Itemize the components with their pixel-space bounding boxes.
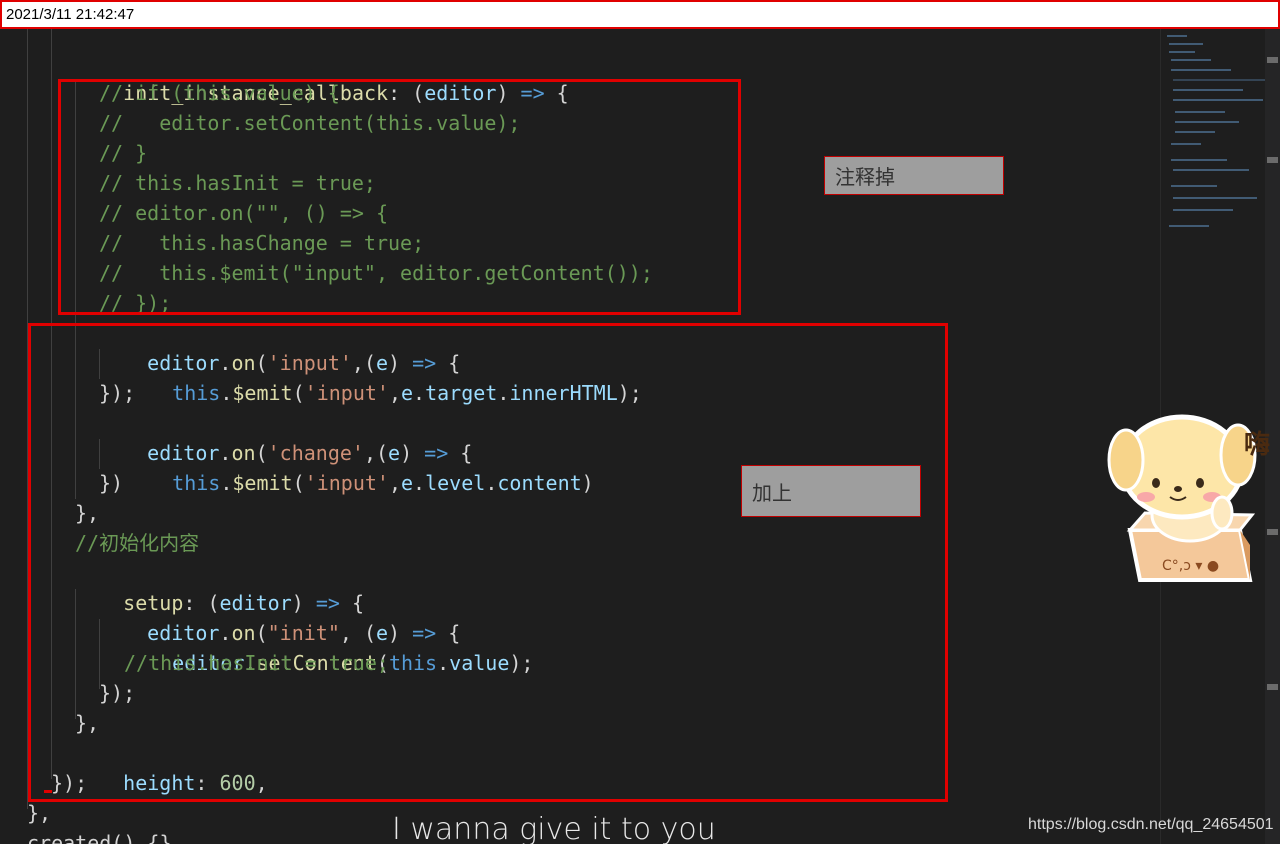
- added-code-highlight-box: [28, 323, 948, 802]
- minimap-line: [1171, 185, 1217, 187]
- comment-out-note: 注释掉: [824, 156, 1004, 195]
- minimap-line: [1171, 59, 1211, 61]
- code-line: init_instance_callback: (editor) => {: [123, 81, 569, 105]
- add-note: 加上: [741, 465, 921, 517]
- minimap-line: [1173, 209, 1233, 211]
- watermark: https://blog.csdn.net/qq_24654501: [1028, 816, 1274, 833]
- code-line: created() {},: [27, 831, 184, 844]
- scrollbar-marker: [1267, 157, 1278, 163]
- svg-text:C°,ↄ ▾ ●: C°,ↄ ▾ ●: [1162, 558, 1219, 574]
- minimap-line: [1169, 43, 1203, 45]
- minimap-line: [1173, 79, 1273, 81]
- minimap-line: [1169, 51, 1195, 53]
- minimap-line: [1167, 35, 1187, 37]
- video-subtitle: I wanna give it to you: [392, 812, 716, 844]
- minimap-line: [1171, 69, 1231, 71]
- minimap-line: [1171, 143, 1201, 145]
- code-line: },: [27, 801, 52, 825]
- commented-out-highlight-box: [58, 79, 741, 315]
- minimap-line: [1175, 111, 1225, 113]
- minimap-line: [1169, 225, 1209, 227]
- timestamp-text: 2021/3/11 21:42:47: [6, 6, 135, 23]
- sticker-text: 嗨: [1244, 430, 1271, 460]
- scrollbar-marker: [1267, 684, 1278, 690]
- minimap-line: [1173, 89, 1243, 91]
- add-note-text: 加上: [752, 480, 792, 505]
- minimap-line: [1175, 131, 1215, 133]
- minimap-line: [1173, 99, 1263, 101]
- minimap-line: [1173, 197, 1257, 199]
- minimap-line: [1171, 159, 1227, 161]
- timestamp-bar: 2021/3/11 21:42:47: [0, 0, 1280, 29]
- scrollbar-marker: [1267, 57, 1278, 63]
- minimap-line: [1175, 121, 1239, 123]
- comment-out-note-text: 注释掉: [835, 165, 895, 189]
- minimap-line: [1173, 169, 1249, 171]
